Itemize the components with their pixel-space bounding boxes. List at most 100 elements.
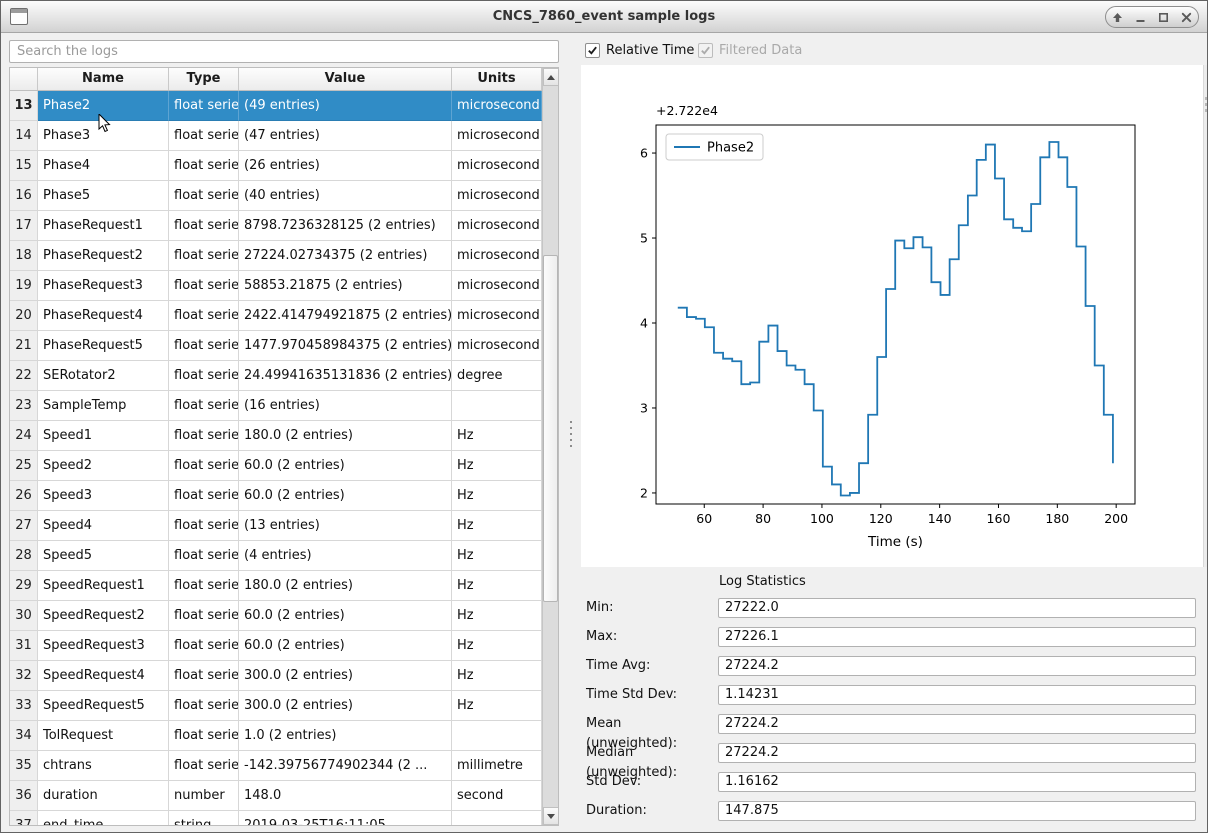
chart-figure[interactable]: 608010012014016018020023456Time (s)+2.72… xyxy=(581,65,1203,567)
table-row-PhaseRequest2[interactable]: 18PhaseRequest2float series27224.0273437… xyxy=(10,241,542,271)
cell-name[interactable]: Speed5 xyxy=(38,541,169,571)
cell-name[interactable]: SpeedRequest4 xyxy=(38,661,169,691)
header-type[interactable]: Type xyxy=(169,68,239,90)
cell-type[interactable]: float series xyxy=(169,541,239,571)
cell-type[interactable]: string xyxy=(169,811,239,826)
cell-name[interactable]: Phase5 xyxy=(38,181,169,211)
table-row-SpeedRequest3[interactable]: 31SpeedRequest3float series60.0 (2 entri… xyxy=(10,631,542,661)
cell-type[interactable]: float series xyxy=(169,331,239,361)
table-row-end_time[interactable]: 37end_timestring2019-03-25T16:11:05 xyxy=(10,811,542,826)
cell-value[interactable]: 60.0 (2 entries) xyxy=(239,601,452,631)
cell-units[interactable]: microsecond xyxy=(452,331,542,361)
stat-value-field[interactable]: 27224.2 xyxy=(718,743,1196,763)
table-row-SampleTemp[interactable]: 23SampleTempfloat series(16 entries) xyxy=(10,391,542,421)
cell-name[interactable]: chtrans xyxy=(38,751,169,781)
stat-value-field[interactable]: 27226.1 xyxy=(718,627,1196,647)
stat-value-field[interactable]: 147.875 xyxy=(718,801,1196,821)
table-row-SpeedRequest4[interactable]: 32SpeedRequest4float series300.0 (2 entr… xyxy=(10,661,542,691)
cell-units[interactable]: Hz xyxy=(452,421,542,451)
cell-units[interactable]: second xyxy=(452,781,542,811)
table-row-SpeedRequest1[interactable]: 29SpeedRequest1float series180.0 (2 entr… xyxy=(10,571,542,601)
table-row-chtrans[interactable]: 35chtransfloat series-142.39756774902344… xyxy=(10,751,542,781)
maximize-button[interactable] xyxy=(1155,8,1173,26)
cell-type[interactable]: float series xyxy=(169,301,239,331)
cell-value[interactable]: 60.0 (2 entries) xyxy=(239,481,452,511)
stat-value-field[interactable]: 1.16162 xyxy=(718,772,1196,792)
cell-units[interactable]: microsecond xyxy=(452,241,542,271)
cell-units[interactable]: microsecond xyxy=(452,211,542,241)
table-row-Speed5[interactable]: 28Speed5float series(4 entries)Hz xyxy=(10,541,542,571)
header-value[interactable]: Value xyxy=(239,68,452,90)
table-row-PhaseRequest4[interactable]: 20PhaseRequest4float series2422.41479492… xyxy=(10,301,542,331)
cell-units[interactable] xyxy=(452,391,542,421)
cell-name[interactable]: Speed3 xyxy=(38,481,169,511)
cell-value[interactable]: 300.0 (2 entries) xyxy=(239,661,452,691)
cell-units[interactable]: microsecond xyxy=(452,271,542,301)
cell-type[interactable]: float series xyxy=(169,751,239,781)
close-button[interactable] xyxy=(1178,8,1196,26)
search-input[interactable] xyxy=(9,40,559,63)
cell-type[interactable]: float series xyxy=(169,691,239,721)
cell-units[interactable]: Hz xyxy=(452,601,542,631)
cell-units[interactable]: microsecond xyxy=(452,181,542,211)
cell-type[interactable]: float series xyxy=(169,601,239,631)
table-row-PhaseRequest3[interactable]: 19PhaseRequest3float series58853.21875 (… xyxy=(10,271,542,301)
table-row-Speed2[interactable]: 25Speed2float series60.0 (2 entries)Hz xyxy=(10,451,542,481)
cell-type[interactable]: float series xyxy=(169,421,239,451)
cell-value[interactable]: 2422.414794921875 (2 entries) xyxy=(239,301,452,331)
cell-value[interactable]: 27224.02734375 (2 entries) xyxy=(239,241,452,271)
cell-type[interactable]: float series xyxy=(169,91,239,121)
table-row-Phase4[interactable]: 15Phase4float series(26 entries)microsec… xyxy=(10,151,542,181)
cell-name[interactable]: duration xyxy=(38,781,169,811)
table-row-SERotator2[interactable]: 22SERotator2float series24.4994163513183… xyxy=(10,361,542,391)
cell-units[interactable]: degree xyxy=(452,361,542,391)
cell-value[interactable]: 180.0 (2 entries) xyxy=(239,571,452,601)
cell-value[interactable]: (4 entries) xyxy=(239,541,452,571)
cell-type[interactable]: float series xyxy=(169,121,239,151)
cell-name[interactable]: Speed1 xyxy=(38,421,169,451)
cell-name[interactable]: Speed4 xyxy=(38,511,169,541)
cell-units[interactable]: Hz xyxy=(452,631,542,661)
cell-value[interactable]: 148.0 xyxy=(239,781,452,811)
cell-value[interactable]: 60.0 (2 entries) xyxy=(239,631,452,661)
cell-units[interactable]: Hz xyxy=(452,481,542,511)
cell-type[interactable]: float series xyxy=(169,571,239,601)
cell-name[interactable]: Speed2 xyxy=(38,451,169,481)
cell-units[interactable]: microsecond xyxy=(452,91,542,121)
table-row-SpeedRequest5[interactable]: 33SpeedRequest5float series300.0 (2 entr… xyxy=(10,691,542,721)
cell-units[interactable] xyxy=(452,811,542,826)
stat-value-field[interactable]: 27222.0 xyxy=(718,598,1196,618)
cell-value[interactable]: 60.0 (2 entries) xyxy=(239,451,452,481)
cell-units[interactable]: Hz xyxy=(452,661,542,691)
cell-type[interactable]: float series xyxy=(169,391,239,421)
cell-type[interactable]: float series xyxy=(169,721,239,751)
table-row-Phase5[interactable]: 16Phase5float series(40 entries)microsec… xyxy=(10,181,542,211)
cell-name[interactable]: TolRequest xyxy=(38,721,169,751)
table-row-TolRequest[interactable]: 34TolRequestfloat series1.0 (2 entries) xyxy=(10,721,542,751)
cell-type[interactable]: number xyxy=(169,781,239,811)
cell-units[interactable]: microsecond xyxy=(452,151,542,181)
table-row-Phase2[interactable]: 13Phase2float series(49 entries)microsec… xyxy=(10,91,542,121)
cell-units[interactable]: Hz xyxy=(452,511,542,541)
cell-units[interactable]: Hz xyxy=(452,691,542,721)
cell-value[interactable]: (47 entries) xyxy=(239,121,452,151)
cell-name[interactable]: SpeedRequest3 xyxy=(38,631,169,661)
cell-value[interactable]: 24.49941635131836 (2 entries) xyxy=(239,361,452,391)
cell-units[interactable]: millimetre xyxy=(452,751,542,781)
scroll-up-button[interactable] xyxy=(543,68,559,86)
cell-name[interactable]: SpeedRequest1 xyxy=(38,571,169,601)
shade-button[interactable] xyxy=(1109,8,1127,26)
table-row-SpeedRequest2[interactable]: 30SpeedRequest2float series60.0 (2 entri… xyxy=(10,601,542,631)
title-bar[interactable]: CNCS_7860_event sample logs xyxy=(1,1,1207,33)
cell-type[interactable]: float series xyxy=(169,151,239,181)
table-row-duration[interactable]: 36durationnumber148.0second xyxy=(10,781,542,811)
minimize-button[interactable] xyxy=(1132,8,1150,26)
cell-name[interactable]: SpeedRequest2 xyxy=(38,601,169,631)
cell-type[interactable]: float series xyxy=(169,451,239,481)
cell-name[interactable]: SERotator2 xyxy=(38,361,169,391)
table-row-PhaseRequest1[interactable]: 17PhaseRequest1float series8798.72363281… xyxy=(10,211,542,241)
cell-units[interactable]: Hz xyxy=(452,541,542,571)
cell-value[interactable]: (13 entries) xyxy=(239,511,452,541)
stat-value-field[interactable]: 27224.2 xyxy=(718,714,1196,734)
cell-value[interactable]: 300.0 (2 entries) xyxy=(239,691,452,721)
